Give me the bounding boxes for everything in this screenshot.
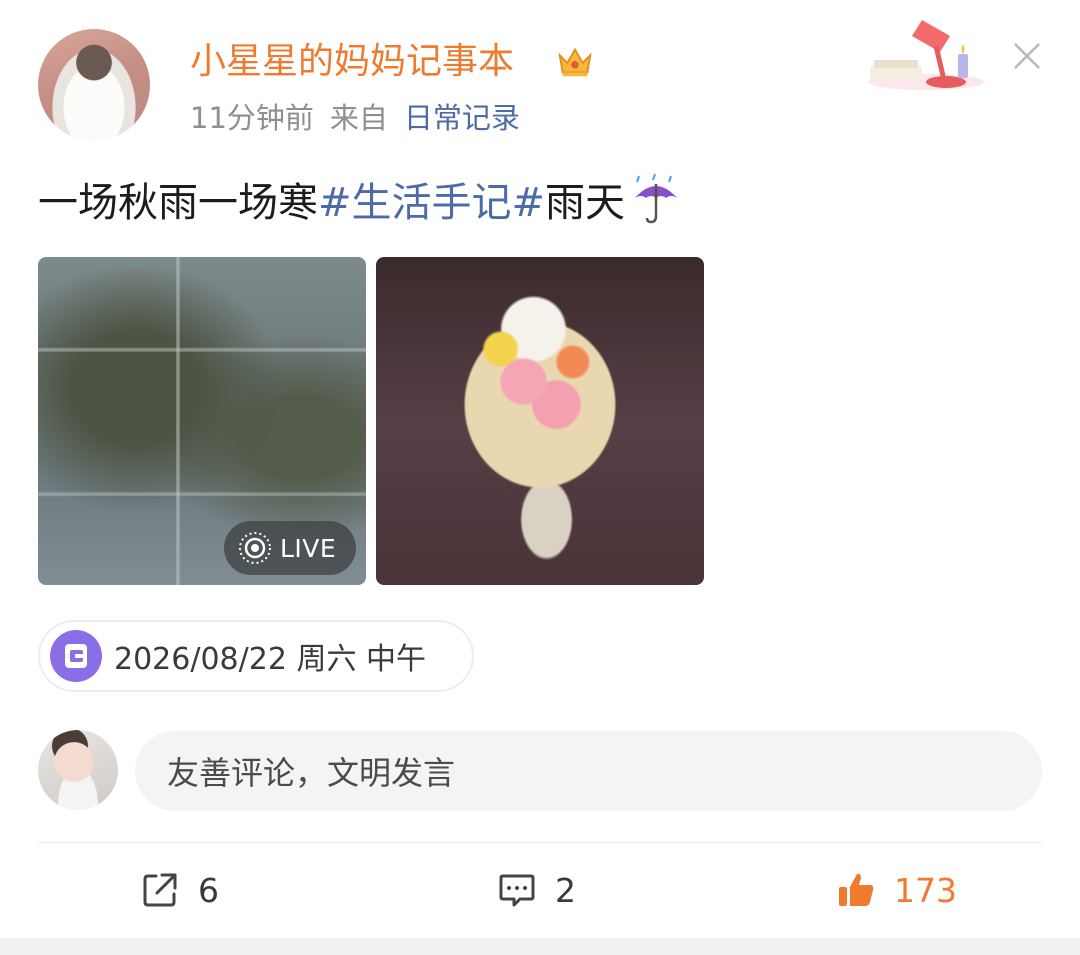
post-text-main: 一场秋雨一场寒 [38, 180, 318, 226]
forward-button[interactable]: 6 [140, 864, 219, 916]
forward-icon [143, 873, 177, 907]
comment-count: 2 [555, 870, 576, 910]
umbrella-rain-icon [635, 173, 678, 224]
post-text-tail: 雨天 [545, 180, 626, 226]
user-avatar [38, 730, 118, 810]
diary-icon [50, 630, 102, 682]
like-button[interactable]: 173 [836, 864, 957, 916]
forward-count: 6 [198, 870, 219, 910]
comment-icon [499, 874, 535, 907]
bottom-separator [0, 938, 1080, 955]
comment-placeholder: 友善评论，文明发言 [167, 754, 456, 792]
close-icon[interactable] [1009, 38, 1045, 74]
post-meta: 11分钟前 来自 日常记录 [190, 98, 520, 138]
post-time: 11分钟前 [190, 101, 314, 135]
topic-tag[interactable]: #生活手记# [318, 180, 545, 226]
live-photo-icon [239, 532, 271, 564]
divider [38, 842, 1042, 843]
post-image-bouquet[interactable] [376, 257, 704, 585]
comment-input[interactable]: 友善评论，文明发言 [135, 731, 1042, 811]
comment-button[interactable]: 2 [497, 864, 576, 916]
lamp-decoration-icon [868, 20, 984, 90]
post-source[interactable]: 日常记录 [404, 101, 520, 135]
author-avatar[interactable] [38, 29, 150, 141]
post-image-rain[interactable]: LIVE [38, 257, 366, 585]
like-count: 173 [894, 870, 957, 910]
live-label: LIVE [280, 533, 337, 563]
diary-date-pill[interactable]: 2026/08/22 周六 中午 [38, 620, 474, 692]
diary-date: 2026/08/22 周六 中午 [114, 642, 426, 677]
live-badge[interactable]: LIVE [224, 521, 356, 575]
from-label: 来自 [329, 101, 388, 135]
thumbs-up-icon [839, 873, 874, 906]
author-name[interactable]: 小星星的妈妈记事本 [190, 40, 514, 84]
crown-icon [558, 47, 592, 77]
post-content: 一场秋雨一场寒#生活手记#雨天 [38, 172, 683, 231]
